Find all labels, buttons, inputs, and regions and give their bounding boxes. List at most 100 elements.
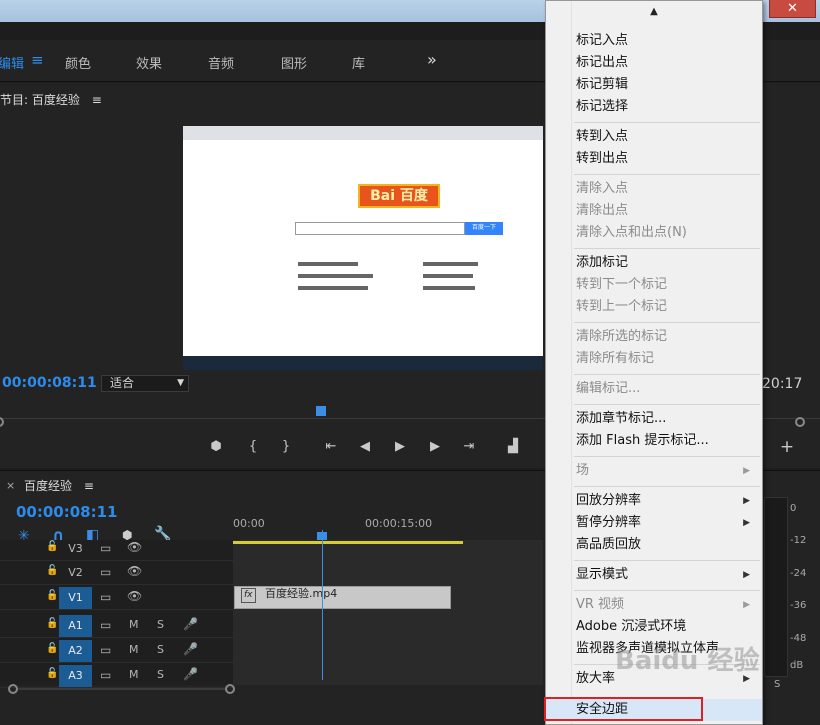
tab-audio[interactable]: 音频 — [208, 53, 234, 72]
monitor-playhead[interactable] — [316, 406, 326, 416]
menu-item-label: 清除入点和出点(N) — [576, 225, 687, 240]
go-to-in-icon[interactable]: ⇤ — [322, 438, 340, 456]
timeline-ruler[interactable]: 00:00 00:00:15:00 — [233, 512, 543, 542]
menu-item-next-marker[interactable]: 转到下一个标记 — [546, 274, 762, 296]
menu-item-adobe-immersive[interactable]: Adobe 沉浸式环境 — [546, 616, 762, 638]
step-back-icon[interactable]: ◀ — [356, 438, 374, 456]
lock-icon[interactable]: 🔓 — [46, 541, 58, 552]
menu-item-add-chapter-marker[interactable]: 添加章节标记... — [546, 408, 762, 430]
microphone-icon[interactable]: 🎤 — [183, 642, 198, 656]
track-label-v2[interactable]: V2 — [59, 562, 92, 584]
menu-item-mark-selection[interactable]: 标记选择 — [546, 96, 762, 118]
menu-item-mark-out[interactable]: 标记出点 — [546, 52, 762, 74]
go-to-out-icon[interactable]: ⇥ — [460, 438, 478, 456]
toggle-sync-icon[interactable]: ▭ — [100, 541, 111, 555]
toggle-sync-icon[interactable]: ▭ — [100, 565, 111, 579]
scrub-start-handle[interactable] — [0, 417, 4, 427]
track-content[interactable] — [233, 540, 543, 685]
menu-item-clear-all-markers[interactable]: 清除所有标记 — [546, 348, 762, 370]
fit-dropdown[interactable]: 适合 ▼ — [101, 375, 189, 392]
toggle-sync-icon[interactable]: ▭ — [100, 643, 111, 657]
menu-item-clear-in-out[interactable]: 清除入点和出点(N) — [546, 222, 762, 244]
panel-menu-icon[interactable]: ≡ — [92, 93, 102, 107]
menu-item-add-marker[interactable]: 添加标记 — [546, 252, 762, 274]
fit-dropdown-value: 适合 — [110, 376, 135, 390]
microphone-icon[interactable]: 🎤 — [183, 617, 198, 631]
track-label-v3[interactable]: V3 — [59, 538, 92, 560]
solo-button[interactable]: S — [157, 618, 164, 631]
eye-icon[interactable]: 👁 — [127, 540, 142, 554]
menu-item-mark-in[interactable]: 标记入点 — [546, 30, 762, 52]
baidu-logo: Bai 百度 — [358, 184, 440, 208]
lock-icon[interactable]: 🔓 — [46, 668, 58, 679]
context-menu: ▲ 标记入点 标记出点 标记剪辑 标记选择 转到入点 转到出点 清除入点 清除出… — [545, 0, 763, 725]
mark-in-icon[interactable]: { — [244, 438, 262, 456]
menu-item-high-quality-playback[interactable]: 高品质回放 — [546, 534, 762, 556]
microphone-icon[interactable]: 🎤 — [183, 667, 198, 681]
track-row-a2: 🔓 A2 ▭ M S 🎤 — [0, 639, 233, 663]
meter-label-24: -24 — [790, 568, 807, 579]
tab-effects[interactable]: 效果 — [136, 53, 162, 72]
menu-item-clear-in[interactable]: 清除入点 — [546, 178, 762, 200]
video-clip[interactable]: fx 百度经验.mp4 — [234, 586, 451, 609]
play-icon[interactable]: ▶ — [391, 438, 409, 456]
menu-item-go-to-out[interactable]: 转到出点 — [546, 148, 762, 170]
sequence-menu-icon[interactable]: ≡ — [84, 479, 94, 493]
menu-item-label: 放大率 — [576, 671, 616, 686]
mute-button[interactable]: M — [129, 618, 139, 631]
mute-button[interactable]: M — [129, 643, 139, 656]
more-workspaces-button[interactable]: » — [427, 50, 437, 69]
menu-item-display-mode[interactable]: 显示模式 ▶ — [546, 564, 762, 586]
mute-button[interactable]: M — [129, 668, 139, 681]
add-marker-icon[interactable]: ⬢ — [207, 438, 225, 456]
mark-out-icon[interactable]: } — [277, 438, 295, 456]
menu-item-go-to-in[interactable]: 转到入点 — [546, 126, 762, 148]
close-sequence-icon[interactable]: × — [6, 479, 15, 492]
sequence-title: 百度经验 ≡ — [24, 477, 94, 494]
menu-item-field[interactable]: 场 ▶ — [546, 460, 762, 482]
menu-item-label: 暂停分辨率 — [576, 515, 642, 530]
menu-item-vr-video[interactable]: VR 视频 ▶ — [546, 594, 762, 616]
tab-color[interactable]: 颜色 — [65, 53, 91, 72]
toggle-sync-icon[interactable]: ▭ — [100, 590, 111, 604]
eye-icon[interactable]: 👁 — [127, 564, 142, 578]
scrub-end-handle[interactable] — [795, 417, 805, 427]
close-window-button[interactable]: ✕ — [769, 0, 816, 18]
menu-item-paused-resolution[interactable]: 暂停分辨率 ▶ — [546, 512, 762, 534]
lock-icon[interactable]: 🔓 — [46, 565, 58, 576]
menu-item-label: 清除入点 — [576, 181, 629, 196]
menu-item-add-flash-marker[interactable]: 添加 Flash 提示标记... — [546, 430, 762, 452]
timeline-zoom-bar[interactable] — [8, 684, 235, 694]
toggle-sync-icon[interactable]: ▭ — [100, 618, 111, 632]
menu-scroll-up-button[interactable]: ▲ — [546, 1, 762, 23]
tab-menu-icon[interactable]: ≡ — [31, 51, 44, 69]
solo-button[interactable]: S — [157, 643, 164, 656]
step-forward-icon[interactable]: ▶ — [426, 438, 444, 456]
menu-item-clear-out[interactable]: 清除出点 — [546, 200, 762, 222]
toggle-sync-icon[interactable]: ▭ — [100, 668, 111, 682]
tab-edit[interactable]: 编辑 — [0, 53, 24, 72]
work-area-bar — [233, 541, 463, 544]
menu-item-prev-marker[interactable]: 转到上一个标记 — [546, 296, 762, 318]
track-label-a2[interactable]: A2 — [59, 640, 92, 662]
meter-label-48: -48 — [790, 633, 807, 644]
eye-icon[interactable]: 👁 — [127, 589, 142, 603]
solo-button[interactable]: S — [157, 668, 164, 681]
lift-icon[interactable]: ▟ — [504, 438, 522, 456]
menu-item-mark-clip[interactable]: 标记剪辑 — [546, 74, 762, 96]
menu-item-edit-marker[interactable]: 编辑标记... — [546, 378, 762, 400]
lock-icon[interactable]: 🔓 — [46, 618, 58, 629]
sequence-timecode[interactable]: 00:00:08:11 — [16, 503, 118, 521]
tab-graphics[interactable]: 图形 — [281, 53, 307, 72]
lock-icon[interactable]: 🔓 — [46, 643, 58, 654]
track-label-v1[interactable]: V1 — [59, 587, 92, 609]
menu-item-clear-selected-markers[interactable]: 清除所选的标记 — [546, 326, 762, 348]
track-label-a1[interactable]: A1 — [59, 615, 92, 637]
add-button-icon[interactable]: + — [778, 438, 796, 456]
baidu-search-box — [295, 222, 465, 235]
lock-icon[interactable]: 🔓 — [46, 590, 58, 601]
menu-item-playback-resolution[interactable]: 回放分辨率 ▶ — [546, 490, 762, 512]
tab-libraries[interactable]: 库 — [352, 53, 365, 72]
program-timecode[interactable]: 00:00:08:11 — [2, 375, 97, 391]
timeline-playhead-line[interactable] — [322, 530, 323, 680]
